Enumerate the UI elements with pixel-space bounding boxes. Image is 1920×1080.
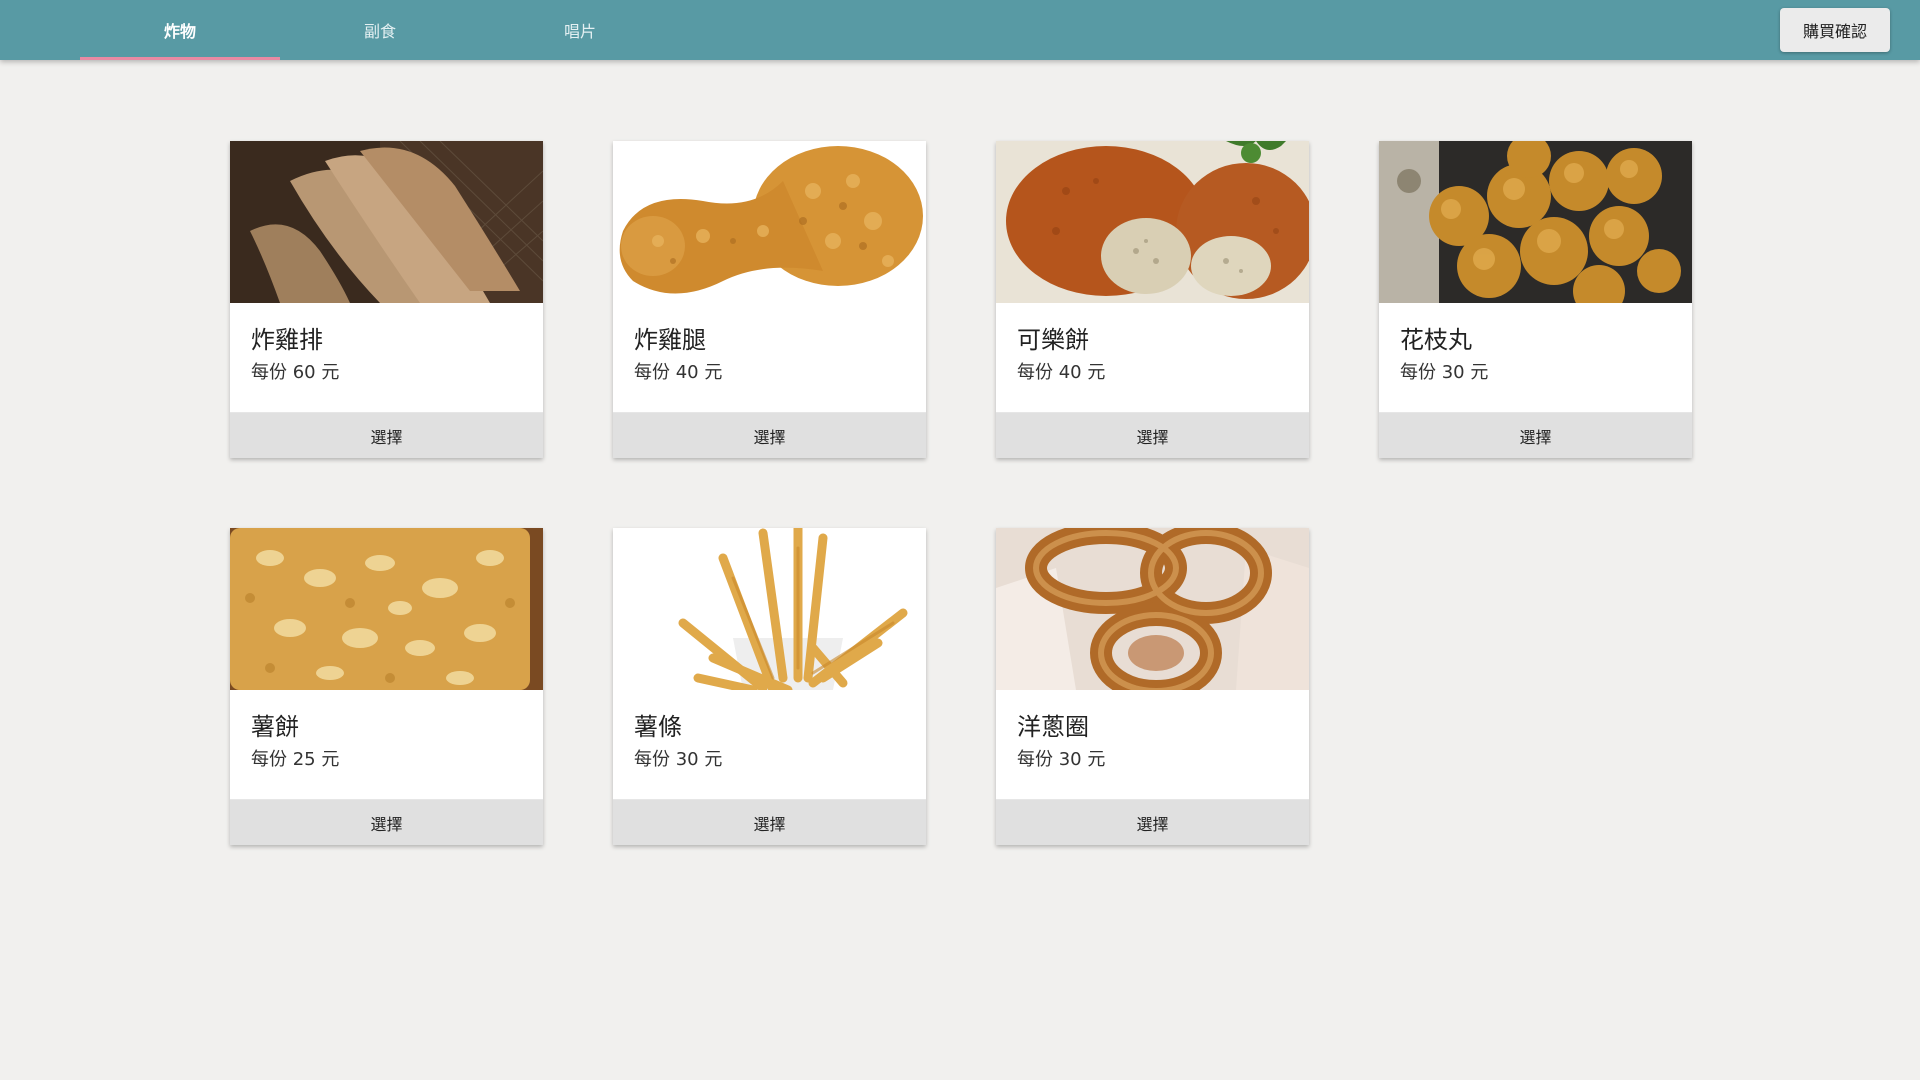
product-card: 薯條 每份 30 元 選擇 bbox=[613, 528, 926, 845]
product-name: 薯餅 bbox=[251, 713, 299, 741]
card-body: 炸雞排 每份 60 元 bbox=[230, 303, 543, 412]
product-price: 每份 30 元 bbox=[1017, 749, 1106, 770]
product-card: 炸雞腿 每份 40 元 選擇 bbox=[613, 141, 926, 458]
select-button[interactable]: 選擇 bbox=[996, 799, 1309, 845]
card-body: 薯條 每份 30 元 bbox=[613, 690, 926, 799]
product-name: 可樂餅 bbox=[1017, 326, 1089, 354]
product-name: 洋蔥圈 bbox=[1017, 713, 1089, 741]
product-price: 每份 30 元 bbox=[1400, 362, 1489, 383]
product-card: 炸雞排 每份 60 元 選擇 bbox=[230, 141, 543, 458]
active-tab-indicator bbox=[80, 57, 280, 60]
product-card: 花枝丸 每份 30 元 選擇 bbox=[1379, 141, 1692, 458]
tab-side-dishes[interactable]: 副食 bbox=[280, 0, 480, 60]
card-body: 花枝丸 每份 30 元 bbox=[1379, 303, 1692, 412]
card-body: 薯餅 每份 25 元 bbox=[230, 690, 543, 799]
squid-ball-image bbox=[1379, 141, 1692, 303]
card-body: 炸雞腿 每份 40 元 bbox=[613, 303, 926, 412]
select-button[interactable]: 選擇 bbox=[230, 412, 543, 458]
product-price: 每份 40 元 bbox=[1017, 362, 1106, 383]
product-name: 薯條 bbox=[634, 713, 682, 741]
fried-chicken-cutlet-image bbox=[230, 141, 543, 303]
hash-brown-image bbox=[230, 528, 543, 690]
product-card: 可樂餅 每份 40 元 選擇 bbox=[996, 141, 1309, 458]
select-button[interactable]: 選擇 bbox=[996, 412, 1309, 458]
onion-rings-image bbox=[996, 528, 1309, 690]
product-price: 每份 25 元 bbox=[251, 749, 340, 770]
product-price: 每份 40 元 bbox=[634, 362, 723, 383]
fried-drumstick-image bbox=[613, 141, 926, 303]
tab-fried-food[interactable]: 炸物 bbox=[80, 0, 280, 60]
product-name: 炸雞排 bbox=[251, 326, 323, 354]
product-grid: 炸雞排 每份 60 元 選擇 炸雞腿 每份 40 元 選擇 可樂餅 每份 40 … bbox=[230, 141, 1692, 845]
select-button[interactable]: 選擇 bbox=[1379, 412, 1692, 458]
product-name: 炸雞腿 bbox=[634, 326, 706, 354]
product-name: 花枝丸 bbox=[1400, 326, 1472, 354]
tab-records[interactable]: 唱片 bbox=[480, 0, 680, 60]
select-button[interactable]: 選擇 bbox=[613, 412, 926, 458]
croquette-image bbox=[996, 141, 1309, 303]
card-body: 洋蔥圈 每份 30 元 bbox=[996, 690, 1309, 799]
product-card: 洋蔥圈 每份 30 元 選擇 bbox=[996, 528, 1309, 845]
purchase-confirm-button[interactable]: 購買確認 bbox=[1780, 8, 1890, 52]
card-body: 可樂餅 每份 40 元 bbox=[996, 303, 1309, 412]
select-button[interactable]: 選擇 bbox=[613, 799, 926, 845]
top-app-bar: 炸物 副食 唱片 購買確認 bbox=[0, 0, 1920, 60]
select-button[interactable]: 選擇 bbox=[230, 799, 543, 845]
product-price: 每份 60 元 bbox=[251, 362, 340, 383]
french-fries-image bbox=[613, 528, 926, 690]
product-price: 每份 30 元 bbox=[634, 749, 723, 770]
product-card: 薯餅 每份 25 元 選擇 bbox=[230, 528, 543, 845]
